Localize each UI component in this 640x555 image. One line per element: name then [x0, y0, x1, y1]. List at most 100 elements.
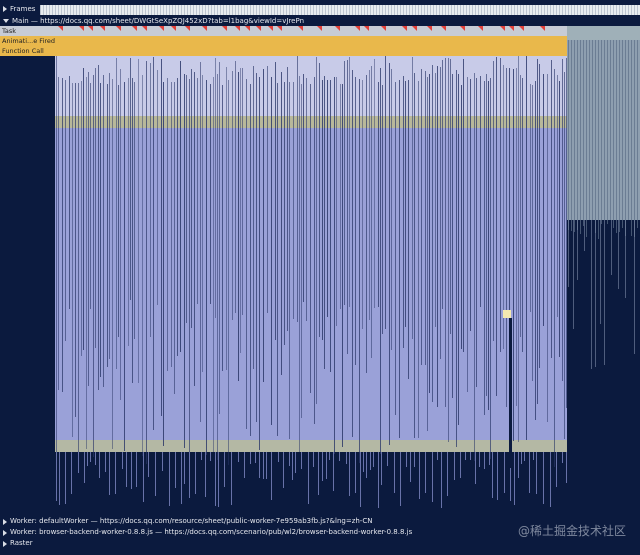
flame-tail	[162, 452, 163, 471]
flame-stripe	[69, 76, 70, 309]
right-region-stripe	[586, 40, 587, 237]
flame-stripe	[213, 77, 214, 452]
flame-stripe	[435, 73, 436, 327]
flame-stripe	[83, 68, 84, 350]
flame-stripe	[167, 78, 168, 371]
flame-tail	[378, 452, 379, 508]
flame-tail	[292, 452, 293, 480]
watermark-text: @稀土掘金技术社区	[517, 524, 626, 538]
flame-stripe	[412, 57, 413, 339]
flame-tail	[278, 452, 279, 462]
flame-tail	[189, 452, 190, 498]
flame-tail	[148, 452, 149, 477]
flame-tail	[210, 452, 211, 461]
worker-track-label: Worker: defaultWorker — https://docs.qq.…	[10, 517, 373, 525]
right-region-stripe	[583, 40, 584, 226]
flame-stripe	[303, 74, 304, 302]
right-region-stripe	[607, 40, 608, 224]
flame-tail	[484, 452, 485, 469]
flame-tail	[175, 452, 176, 488]
right-region-stripe	[580, 40, 581, 234]
flame-tail	[504, 452, 505, 493]
flame-tail	[126, 452, 127, 487]
expand-arrow-icon[interactable]	[3, 529, 7, 536]
flame-stripe	[210, 84, 211, 304]
flame-tail	[255, 452, 256, 463]
flame-tail	[521, 452, 522, 464]
flame-stripe	[56, 56, 57, 456]
flame-stripe	[539, 64, 540, 368]
flame-stripe	[263, 69, 264, 382]
flame-tail	[295, 452, 296, 473]
flame-stripe	[425, 71, 426, 365]
flame-tail	[283, 452, 284, 488]
flame-tail	[363, 452, 364, 472]
flame-stripe	[72, 83, 73, 437]
flame-stripe	[334, 77, 335, 454]
lane-label-function-call[interactable]: Function Call	[0, 46, 55, 56]
flame-stripe	[352, 70, 353, 437]
flame-tail	[266, 452, 267, 479]
flame-stripe	[543, 74, 544, 326]
flame-chart[interactable]	[0, 0, 640, 555]
flame-stripe	[240, 68, 241, 353]
flame-tail	[536, 452, 537, 494]
flame-stripe	[206, 80, 207, 455]
flame-tail	[497, 452, 498, 500]
flame-stripe	[520, 75, 521, 337]
flame-stripe	[161, 59, 162, 416]
flame-stripe	[355, 77, 356, 365]
flame-stripe	[470, 79, 471, 331]
flame-stripe	[146, 61, 147, 464]
lane-label-task[interactable]: Task	[0, 26, 55, 36]
flame-stripe	[226, 67, 227, 370]
flame-stripe	[202, 75, 203, 372]
right-region-tail	[600, 220, 601, 324]
flame-stripe	[463, 59, 464, 352]
expand-arrow-icon[interactable]	[3, 518, 7, 525]
right-region-stripe	[598, 40, 599, 239]
right-region-stripe	[592, 40, 593, 220]
flame-tail	[514, 452, 515, 505]
flame-tail	[122, 452, 123, 469]
right-region-tail	[604, 220, 605, 365]
flame-tail	[90, 452, 91, 462]
flame-stripe	[191, 69, 192, 328]
flame-tail	[99, 452, 100, 478]
flame-stripe	[518, 56, 519, 442]
expand-arrow-icon[interactable]	[3, 540, 7, 547]
flame-stripe	[163, 82, 164, 446]
flame-stripe	[461, 85, 462, 349]
lane-label-animation-frame-fired[interactable]: Animati...e Fired	[0, 36, 55, 46]
right-region-stripe	[637, 40, 638, 228]
flame-stripe	[284, 82, 285, 345]
flame-tail	[425, 452, 426, 493]
flame-tail	[543, 452, 544, 504]
flame-stripe	[314, 77, 315, 424]
right-region-stripe	[634, 40, 635, 237]
flame-tail	[56, 452, 57, 501]
flame-tail	[224, 452, 225, 487]
flame-stripe	[128, 78, 129, 346]
raster-track[interactable]: Raster	[0, 538, 640, 549]
flame-stripe	[217, 74, 218, 460]
flame-stripe	[362, 80, 363, 329]
flame-tail	[447, 452, 448, 496]
right-region-tail	[611, 220, 612, 275]
flame-tail	[218, 452, 219, 507]
flame-stripe	[250, 84, 251, 436]
flame-tail	[95, 452, 96, 465]
right-region-stripe	[577, 40, 578, 230]
flame-stripe	[174, 82, 175, 394]
flame-stripe	[452, 74, 453, 398]
flame-stripe	[547, 74, 548, 422]
flame-tail	[492, 452, 493, 498]
flame-stripe	[171, 82, 172, 367]
flame-tail	[437, 452, 438, 460]
flame-tail	[244, 452, 245, 478]
flame-tail	[201, 452, 202, 460]
flame-stripe	[103, 75, 104, 387]
flame-stripe	[421, 69, 422, 365]
flame-tail	[489, 452, 490, 465]
flame-stripe	[389, 63, 390, 445]
